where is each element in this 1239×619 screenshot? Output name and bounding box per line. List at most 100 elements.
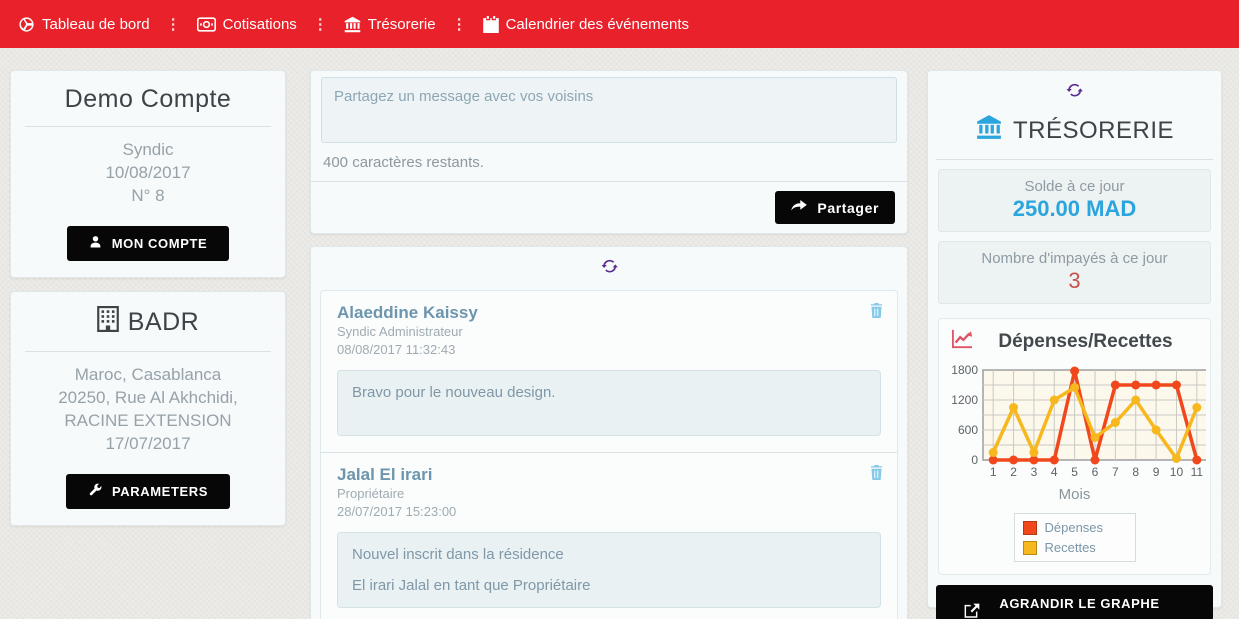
message-role: Propriétaire (337, 485, 881, 503)
treasury-chart: 0 600 1200 1800 123456789 10 11 (943, 362, 1206, 482)
enlarge-graph-button-label: AGRANDIR LE GRAPHE (999, 596, 1159, 611)
treasury-title-row: TRÉSORERIE (936, 112, 1213, 159)
share-arrow-icon (791, 200, 807, 216)
bank-icon (344, 16, 361, 33)
residence-card: BADR Maroc, Casablanca 20250, Rue Al Akh… (10, 291, 286, 526)
residence-card-title: BADR (23, 306, 273, 351)
message-author: Alaeddine Kaissy (337, 303, 881, 323)
refresh-feed-icon[interactable] (601, 259, 618, 280)
delete-message-icon[interactable] (870, 303, 883, 323)
residence-address: 20250, Rue Al Akhchidi, RACINE EXTENSION (29, 387, 267, 433)
treasury-sidebar: TRÉSORERIE Solde à ce jour 250.00 MAD No… (927, 70, 1222, 608)
message-item: Alaeddine Kaissy Syndic Administrateur 0… (321, 291, 897, 452)
chars-remaining-text: 400 caractères restants. (321, 148, 897, 181)
building-icon (97, 306, 119, 339)
message-role: Syndic Administrateur (337, 323, 881, 341)
message-text: El irari Jalal en tant que Propriétaire (352, 577, 866, 594)
message-body: Bravo pour le nouveau design. (337, 370, 881, 436)
svg-text:7: 7 (1112, 465, 1119, 479)
message-text: Bravo pour le nouveau design. (352, 384, 866, 401)
top-navbar: Tableau de bord ⋮ Cotisations ⋮ Trésorer… (0, 0, 1239, 48)
delete-message-icon[interactable] (870, 465, 883, 485)
svg-text:1800: 1800 (951, 363, 978, 377)
share-button-label: Partager (817, 200, 879, 216)
svg-text:2: 2 (1010, 465, 1017, 479)
message-author: Jalal El irari (337, 465, 881, 485)
chart-section: Dépenses/Recettes 0600120018001234567891… (938, 318, 1211, 575)
legend-swatch-recettes (1023, 541, 1037, 555)
money-icon (197, 17, 216, 32)
svg-text:0: 0 (971, 453, 978, 467)
chart-x-axis-label: Mois (943, 486, 1206, 503)
user-icon (89, 235, 102, 251)
solde-label: Solde à ce jour (945, 178, 1204, 195)
message-composer-card: 400 caractères restants. Partager (310, 70, 908, 234)
my-account-button[interactable]: MON COMPTE (67, 226, 230, 261)
svg-text:1: 1 (990, 465, 997, 479)
svg-text:6: 6 (1092, 465, 1099, 479)
nav-separator: ⋮ (313, 15, 328, 33)
main-column: 400 caractères restants. Partager Alaedd… (310, 70, 908, 619)
nav-item-calendar[interactable]: Calendrier des événements (483, 16, 689, 33)
nav-item-tresorerie[interactable]: Trésorerie (344, 16, 436, 33)
chart-title: Dépenses/Recettes (973, 331, 1198, 353)
impayes-value: 3 (945, 268, 1204, 294)
nav-separator: ⋮ (452, 15, 467, 33)
my-account-button-label: MON COMPTE (112, 236, 208, 251)
legend-item-recettes: Recettes (1023, 540, 1127, 555)
impayes-box: Nombre d'impayés à ce jour 3 (938, 241, 1211, 304)
solde-value: 250.00 MAD (945, 196, 1204, 222)
messages-list: Alaeddine Kaissy Syndic Administrateur 0… (320, 290, 898, 619)
residence-date: 17/07/2017 (29, 433, 267, 456)
account-card: Demo Compte Syndic 10/08/2017 N° 8 MON C… (10, 70, 286, 278)
residence-info: Maroc, Casablanca 20250, Rue Al Akhchidi… (23, 352, 273, 460)
message-datetime: 28/07/2017 15:23:00 (337, 503, 881, 521)
legend-item-depenses: Dépenses (1023, 520, 1127, 535)
nav-separator: ⋮ (166, 15, 181, 33)
svg-text:9: 9 (1153, 465, 1160, 479)
divider (936, 159, 1213, 160)
message-datetime: 08/08/2017 11:32:43 (337, 341, 881, 359)
residence-city: Maroc, Casablanca (29, 364, 267, 387)
svg-text:5: 5 (1071, 465, 1078, 479)
solde-box: Solde à ce jour 250.00 MAD (938, 169, 1211, 232)
svg-text:600: 600 (958, 423, 978, 437)
message-item: Jalal El irari Propriétaire 28/07/2017 1… (321, 452, 897, 619)
message-input[interactable] (321, 77, 897, 143)
account-info: Syndic 10/08/2017 N° 8 (23, 127, 273, 212)
legend-label: Dépenses (1045, 520, 1104, 535)
account-date: 10/08/2017 (29, 162, 267, 185)
svg-text:1200: 1200 (951, 393, 978, 407)
left-sidebar: Demo Compte Syndic 10/08/2017 N° 8 MON C… (10, 70, 286, 526)
nav-item-label: Trésorerie (368, 16, 436, 33)
impayes-label: Nombre d'impayés à ce jour (945, 250, 1204, 267)
wrench-icon (88, 483, 102, 500)
nav-item-dashboard[interactable]: Tableau de bord (18, 16, 150, 33)
account-type: Syndic (29, 139, 267, 162)
share-button[interactable]: Partager (775, 191, 895, 224)
svg-text:10: 10 (1170, 465, 1184, 479)
svg-text:4: 4 (1051, 465, 1058, 479)
calendar-icon (483, 16, 499, 33)
svg-text:8: 8 (1132, 465, 1139, 479)
legend-label: Recettes (1045, 540, 1096, 555)
enlarge-graph-button[interactable]: AGRANDIR LE GRAPHE (936, 585, 1213, 619)
parameters-button[interactable]: PARAMETERS (66, 474, 230, 509)
treasury-title: TRÉSORERIE (1013, 117, 1174, 145)
refresh-treasury-icon[interactable] (1066, 83, 1083, 104)
composer-footer: Partager (311, 181, 907, 233)
message-text: Nouvel inscrit dans la résidence (352, 546, 866, 563)
nav-item-cotisations[interactable]: Cotisations (197, 16, 297, 33)
chart-legend: Dépenses Recettes (1014, 513, 1136, 562)
bank-icon-large (975, 114, 1003, 147)
nav-item-label: Tableau de bord (42, 16, 150, 33)
account-card-title: Demo Compte (23, 85, 273, 126)
svg-text:3: 3 (1031, 465, 1038, 479)
dashboard-icon (18, 16, 35, 33)
message-body: Nouvel inscrit dans la résidence El irar… (337, 532, 881, 608)
residence-name: BADR (128, 308, 199, 337)
nav-item-label: Cotisations (223, 16, 297, 33)
account-number: N° 8 (29, 185, 267, 208)
nav-item-label: Calendrier des événements (506, 16, 689, 33)
svg-text:11: 11 (1191, 465, 1204, 479)
